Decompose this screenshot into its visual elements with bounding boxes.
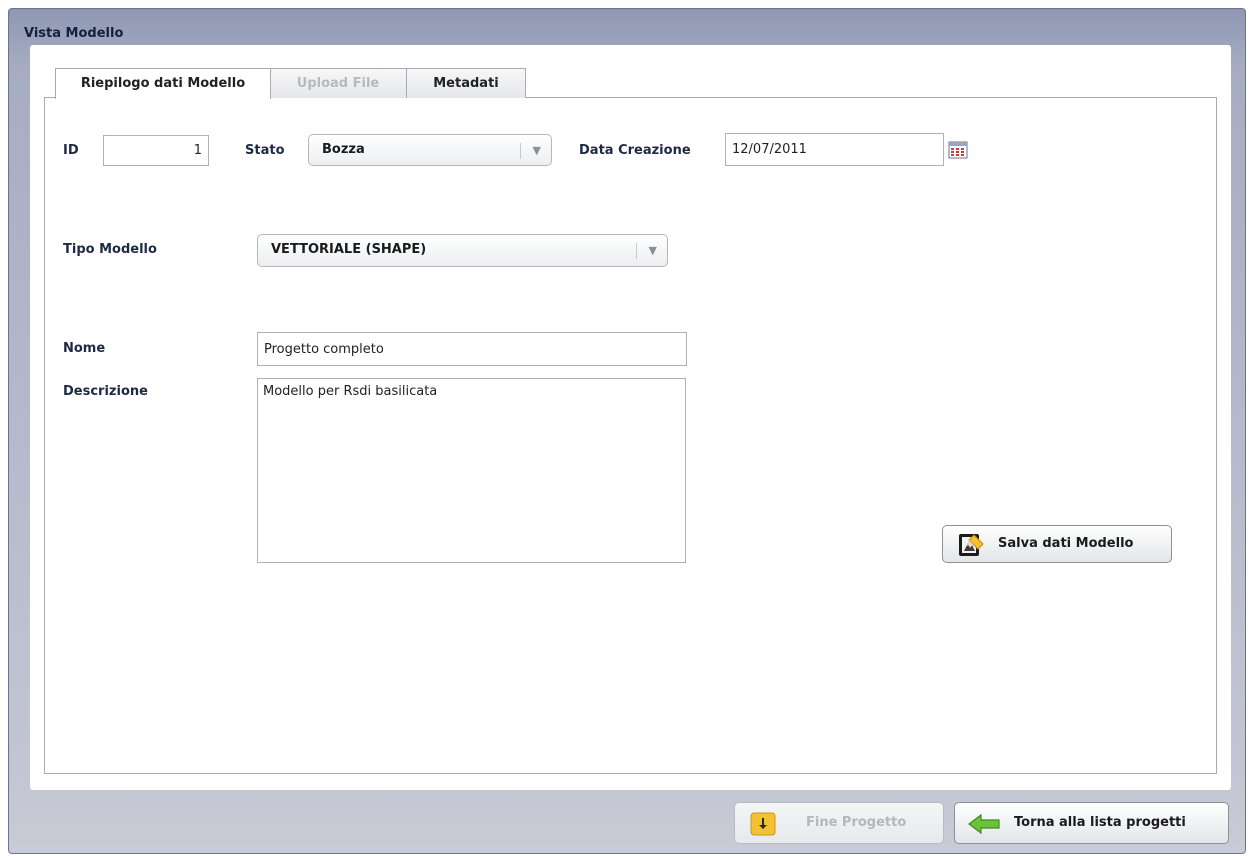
- id-label: ID: [63, 143, 79, 158]
- fine-progetto-label: Fine Progetto: [806, 815, 907, 830]
- stato-select[interactable]: Bozza ▼: [308, 134, 552, 166]
- torna-lista-progetti-button[interactable]: Torna alla lista progetti: [954, 802, 1229, 844]
- data-creazione-field[interactable]: [725, 133, 944, 166]
- stato-select-value: Bozza: [322, 142, 365, 157]
- tab-metadati[interactable]: Metadati: [406, 68, 526, 98]
- nome-field[interactable]: [257, 332, 687, 366]
- window-title: Vista Modello: [24, 26, 124, 41]
- tipo-modello-label: Tipo Modello: [63, 242, 157, 257]
- torna-lista-label: Torna alla lista progetti: [1014, 815, 1186, 830]
- stato-label: Stato: [245, 143, 285, 158]
- descrizione-label: Descrizione: [63, 384, 148, 399]
- download-arrow-icon: [750, 812, 776, 836]
- tab-riepilogo[interactable]: Riepilogo dati Modello: [55, 68, 271, 99]
- combo-separator: [520, 143, 521, 159]
- combo-separator: [636, 243, 637, 259]
- data-creazione-label: Data Creazione: [579, 143, 691, 158]
- salva-button-label: Salva dati Modello: [998, 536, 1134, 551]
- tipo-modello-select-value: VETTORIALE (SHAPE): [271, 242, 427, 257]
- id-field[interactable]: [103, 135, 209, 166]
- nome-label: Nome: [63, 341, 106, 356]
- save-edit-icon: [959, 534, 984, 556]
- descrizione-textarea[interactable]: Modello per Rsdi basilicata: [257, 378, 686, 563]
- fine-progetto-button[interactable]: Fine Progetto: [734, 802, 944, 844]
- back-arrow-icon: [968, 813, 1000, 835]
- calendar-icon[interactable]: [948, 141, 968, 159]
- tipo-modello-select[interactable]: VETTORIALE (SHAPE) ▼: [257, 234, 668, 267]
- chevron-down-icon: ▼: [532, 144, 541, 157]
- chevron-down-icon: ▼: [648, 244, 657, 257]
- salva-dati-modello-button[interactable]: Salva dati Modello: [942, 525, 1172, 563]
- tab-upload-file[interactable]: Upload File: [270, 68, 407, 98]
